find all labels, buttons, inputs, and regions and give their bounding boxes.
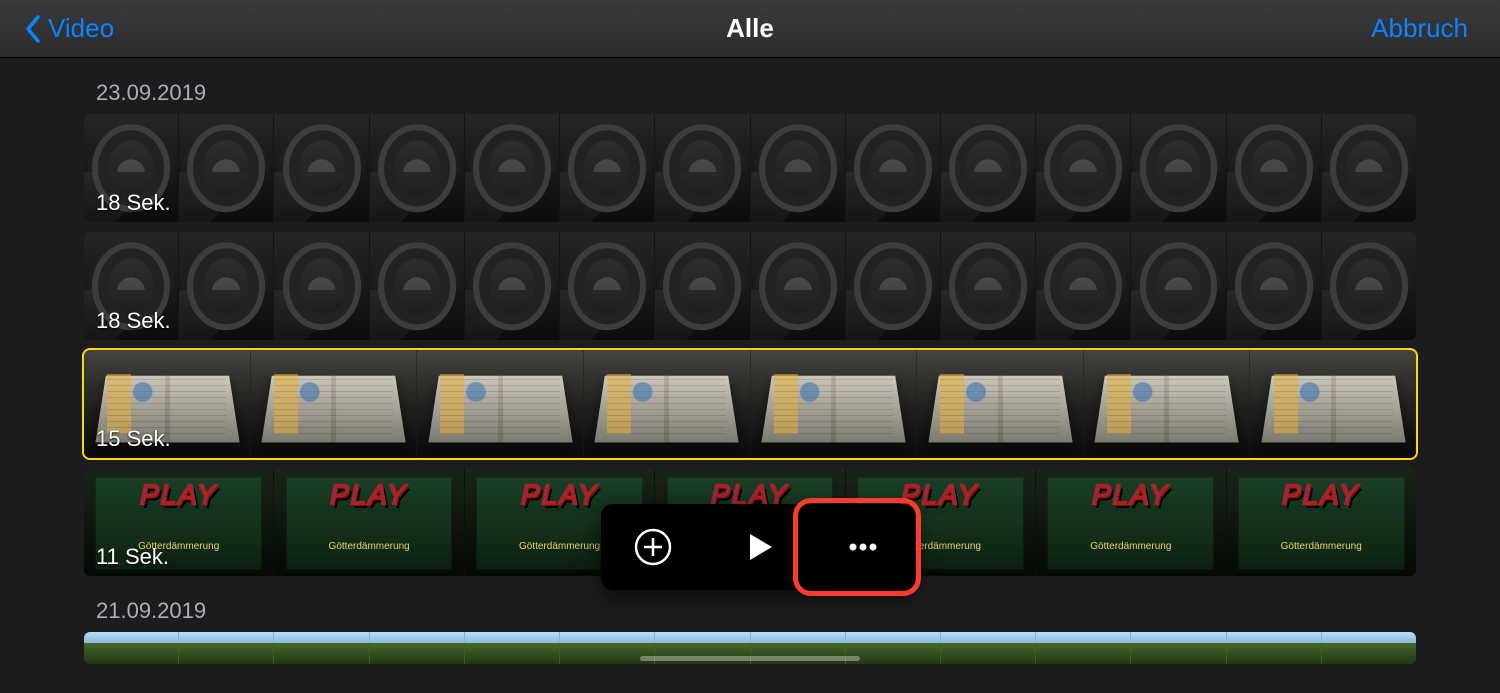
- play-icon: [738, 527, 778, 567]
- filmstrip-frame: [84, 232, 179, 340]
- play-clip-button[interactable]: [706, 504, 811, 590]
- date-header: 23.09.2019: [0, 58, 1500, 114]
- page-title: Alle: [726, 13, 774, 44]
- back-button[interactable]: Video: [24, 13, 114, 44]
- filmstrip-frame: [584, 350, 751, 458]
- home-indicator: [640, 656, 860, 661]
- filmstrip-frame: [465, 632, 560, 664]
- filmstrip-frame: [655, 232, 750, 340]
- filmstrip-frame: [465, 114, 560, 222]
- filmstrip-frame: [846, 232, 941, 340]
- filmstrip-frame: [1131, 114, 1226, 222]
- header-bar: Video Alle Abbruch: [0, 0, 1500, 58]
- filmstrip-frame: [370, 632, 465, 664]
- more-options-button[interactable]: [810, 504, 915, 590]
- filmstrip-frame: [1322, 632, 1416, 664]
- filmstrip-frame: [751, 114, 846, 222]
- filmstrip-frame: [846, 114, 941, 222]
- filmstrip-frame: [1036, 232, 1131, 340]
- filmstrip-frame: Götterdämmerung: [1227, 468, 1416, 576]
- filmstrip-frame: [1131, 232, 1226, 340]
- plus-circle-icon: [633, 527, 673, 567]
- filmstrip-frame: [560, 232, 655, 340]
- filmstrip-frame: [941, 232, 1036, 340]
- video-clip-selected[interactable]: 15 Sek.: [84, 350, 1416, 458]
- add-clip-button[interactable]: [601, 504, 706, 590]
- filmstrip-frame: [417, 350, 584, 458]
- filmstrip-frame: [274, 114, 369, 222]
- filmstrip-frame: [370, 232, 465, 340]
- filmstrip-frame: [917, 350, 1084, 458]
- filmstrip-frame: [941, 632, 1036, 664]
- filmstrip-frame: [465, 232, 560, 340]
- filmstrip-frame: Götterdämmerung: [84, 468, 274, 576]
- video-clip[interactable]: 18 Sek.: [84, 232, 1416, 340]
- filmstrip-frame: [179, 114, 274, 222]
- filmstrip-frame: [1227, 632, 1322, 664]
- cancel-button[interactable]: Abbruch: [1371, 13, 1468, 44]
- filmstrip-frame: [1250, 350, 1416, 458]
- filmstrip-frame: [84, 632, 179, 664]
- filmstrip-frame: [179, 632, 274, 664]
- filmstrip-frame: [560, 114, 655, 222]
- filmstrip-frame: [1036, 114, 1131, 222]
- back-label: Video: [48, 13, 114, 44]
- filmstrip-frame: Götterdämmerung: [274, 468, 464, 576]
- filmstrip-frame: [941, 114, 1036, 222]
- filmstrip-frame: [1084, 350, 1251, 458]
- filmstrip-frame: [84, 114, 179, 222]
- filmstrip-frame: [751, 350, 918, 458]
- filmstrip-frame: [1227, 114, 1322, 222]
- filmstrip-frame: Götterdämmerung: [1036, 468, 1226, 576]
- filmstrip-frame: [251, 350, 418, 458]
- filmstrip-frame: [1036, 632, 1131, 664]
- filmstrip-frame: [1131, 632, 1226, 664]
- filmstrip-frame: [1322, 232, 1416, 340]
- filmstrip-frame: [274, 632, 369, 664]
- filmstrip-frame: [1322, 114, 1416, 222]
- filmstrip-frame: [84, 350, 251, 458]
- video-clip[interactable]: 18 Sek.: [84, 114, 1416, 222]
- filmstrip-frame: [1227, 232, 1322, 340]
- filmstrip-frame: [655, 114, 750, 222]
- clip-action-popover: [601, 504, 915, 590]
- ellipsis-icon: [843, 527, 883, 567]
- filmstrip-frame: [179, 232, 274, 340]
- chevron-left-icon: [24, 14, 42, 44]
- filmstrip-frame: [370, 114, 465, 222]
- filmstrip-frame: [846, 632, 941, 664]
- clip-browser: 23.09.2019 18 Sek. 18 Sek. 15 Sek. 11 Se…: [0, 58, 1500, 664]
- filmstrip-frame: [274, 232, 369, 340]
- filmstrip-frame: [751, 232, 846, 340]
